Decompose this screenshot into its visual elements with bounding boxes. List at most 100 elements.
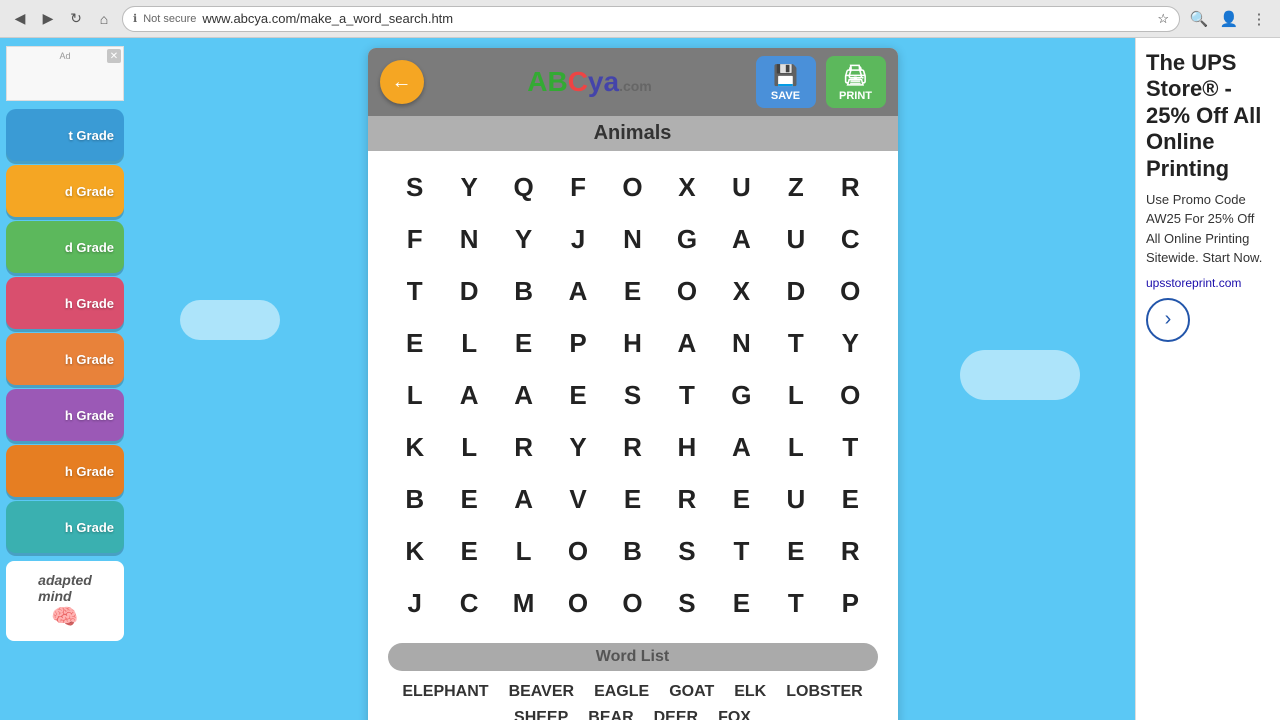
grid-cell[interactable]: A (442, 369, 496, 421)
grid-cell[interactable]: C (442, 577, 496, 629)
grid-cell[interactable]: G (660, 213, 714, 265)
grid-cell[interactable]: X (660, 161, 714, 213)
grid-cell[interactable]: A (496, 369, 550, 421)
grid-cell[interactable]: J (388, 577, 442, 629)
forward-nav-button[interactable]: ▶ (36, 7, 60, 31)
grid-cell[interactable]: O (660, 265, 714, 317)
grid-cell[interactable]: S (660, 577, 714, 629)
grid-cell[interactable]: Z (769, 161, 823, 213)
grid-cell[interactable]: P (823, 577, 877, 629)
ad-close-button[interactable]: ✕ (107, 49, 121, 63)
grid-cell[interactable]: B (605, 525, 659, 577)
grid-cell[interactable]: H (605, 317, 659, 369)
grid-cell[interactable]: A (551, 265, 605, 317)
grid-cell[interactable]: J (551, 213, 605, 265)
grid-cell[interactable]: O (823, 265, 877, 317)
grid-cell[interactable]: U (769, 213, 823, 265)
grid-cell[interactable]: O (551, 577, 605, 629)
grid-cell[interactable]: S (660, 525, 714, 577)
grid-cell[interactable]: L (769, 369, 823, 421)
grid-cell[interactable]: C (823, 213, 877, 265)
grid-cell[interactable]: V (551, 473, 605, 525)
grid-cell[interactable]: X (714, 265, 768, 317)
grid-cell[interactable]: K (388, 525, 442, 577)
grid-cell[interactable]: P (551, 317, 605, 369)
ad-arrow-button[interactable]: › (1146, 298, 1190, 342)
home-button[interactable]: ⌂ (92, 7, 116, 31)
grade-button-6[interactable]: h Grade (6, 389, 124, 441)
print-button[interactable]: 🖨 PRINT (826, 56, 886, 108)
grid-cell[interactable]: U (714, 161, 768, 213)
grid-cell[interactable]: R (823, 161, 877, 213)
grid-cell[interactable]: Y (496, 213, 550, 265)
ad-url[interactable]: upsstoreprint.com (1146, 276, 1270, 290)
grid-cell[interactable]: Y (442, 161, 496, 213)
grid-cell[interactable]: E (605, 473, 659, 525)
grid-cell[interactable]: E (769, 525, 823, 577)
grid-cell[interactable]: E (551, 369, 605, 421)
grid-cell[interactable]: D (769, 265, 823, 317)
grid-cell[interactable]: A (496, 473, 550, 525)
grid-cell[interactable]: U (769, 473, 823, 525)
grid-cell[interactable]: Y (551, 421, 605, 473)
save-button[interactable]: 💾 SAVE (756, 56, 816, 108)
grid-cell[interactable]: F (388, 213, 442, 265)
grid-cell[interactable]: R (823, 525, 877, 577)
refresh-button[interactable]: ↻ (64, 7, 88, 31)
grid-cell[interactable]: O (551, 525, 605, 577)
star-icon[interactable]: ☆ (1157, 11, 1169, 27)
grade-button-5[interactable]: h Grade (6, 333, 124, 385)
grid-cell[interactable]: L (496, 525, 550, 577)
back-button[interactable]: ← (380, 60, 424, 104)
grid-cell[interactable]: R (660, 473, 714, 525)
grid-cell[interactable]: M (496, 577, 550, 629)
grid-cell[interactable]: E (605, 265, 659, 317)
grid-cell[interactable]: A (660, 317, 714, 369)
grid-cell[interactable]: Q (496, 161, 550, 213)
grid-cell[interactable]: T (769, 577, 823, 629)
grid-cell[interactable]: S (605, 369, 659, 421)
grid-cell[interactable]: T (823, 421, 877, 473)
grid-cell[interactable]: O (605, 161, 659, 213)
grid-cell[interactable]: Y (823, 317, 877, 369)
grid-cell[interactable]: O (823, 369, 877, 421)
grid-cell[interactable]: E (714, 577, 768, 629)
grid-cell[interactable]: N (714, 317, 768, 369)
grid-cell[interactable]: H (660, 421, 714, 473)
grid-cell[interactable]: E (714, 473, 768, 525)
grid-cell[interactable]: T (388, 265, 442, 317)
grid-cell[interactable]: D (442, 265, 496, 317)
grid-cell[interactable]: F (551, 161, 605, 213)
grid-cell[interactable]: E (442, 525, 496, 577)
grid-cell[interactable]: B (388, 473, 442, 525)
grade-button-8[interactable]: h Grade (6, 501, 124, 553)
grid-cell[interactable]: T (714, 525, 768, 577)
grid-cell[interactable]: L (769, 421, 823, 473)
grade-button-4[interactable]: h Grade (6, 277, 124, 329)
back-nav-button[interactable]: ◀ (8, 7, 32, 31)
grid-cell[interactable]: R (605, 421, 659, 473)
grid-cell[interactable]: E (388, 317, 442, 369)
grid-cell[interactable]: T (769, 317, 823, 369)
grade-button-2[interactable]: d Grade (6, 165, 124, 217)
grid-cell[interactable]: A (714, 421, 768, 473)
grid-cell[interactable]: E (496, 317, 550, 369)
grid-cell[interactable]: G (714, 369, 768, 421)
grid-cell[interactable]: S (388, 161, 442, 213)
extensions-button[interactable]: 🔍 (1186, 6, 1212, 32)
grid-cell[interactable]: E (823, 473, 877, 525)
grid-cell[interactable]: O (605, 577, 659, 629)
grade-button-1[interactable]: t Grade (6, 109, 124, 161)
grid-cell[interactable]: L (442, 421, 496, 473)
grid-cell[interactable]: E (442, 473, 496, 525)
grid-cell[interactable]: N (442, 213, 496, 265)
grid-cell[interactable]: N (605, 213, 659, 265)
grade-button-3[interactable]: d Grade (6, 221, 124, 273)
grid-cell[interactable]: B (496, 265, 550, 317)
grade-button-7[interactable]: h Grade (6, 445, 124, 497)
grid-cell[interactable]: K (388, 421, 442, 473)
grid-cell[interactable]: T (660, 369, 714, 421)
address-bar[interactable]: ℹ Not secure www.abcya.com/make_a_word_s… (122, 6, 1180, 32)
profile-button[interactable]: 👤 (1216, 6, 1242, 32)
grid-cell[interactable]: L (442, 317, 496, 369)
